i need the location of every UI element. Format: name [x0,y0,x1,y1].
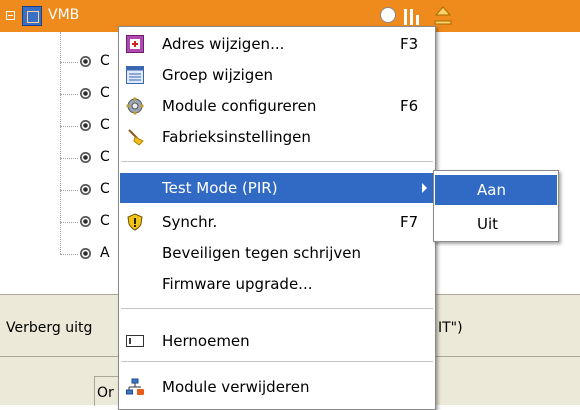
menu-item-groep-wijzigen[interactable]: Groep wijzigen [120,60,434,90]
tree-item[interactable]: C [60,212,110,232]
status-circle-icon [380,7,396,23]
menu-item-adres-wijzigen[interactable]: Adres wijzigen... F3 [120,29,434,59]
menu-item-label: Firmware upgrade... [162,275,313,293]
submenu-item-label: Uit [477,215,499,233]
tree-root-label[interactable]: VMB [48,7,79,23]
menu-separator [121,361,433,362]
tree-item[interactable]: C [60,84,110,104]
gear-config-icon [126,97,144,115]
option-label-tail: IT") [438,320,463,336]
menu-item-label: Beveiligen tegen schrijven [162,244,361,262]
submenu-arrow-icon [422,183,427,193]
menu-separator [121,308,433,309]
channel-dot-icon [80,152,91,163]
test-mode-submenu: Aan Uit [433,170,559,242]
tree-item[interactable]: A [60,244,110,264]
menu-item-label: Groep wijzigen [162,66,274,84]
menu-item-label: Module verwijderen [162,378,310,396]
menu-item-shortcut: F3 [400,35,419,53]
menu-item-fabrieksinstellingen[interactable]: Fabrieksinstellingen [120,122,434,152]
menu-item-shortcut: F6 [400,97,419,115]
submenu-item-aan[interactable]: Aan [435,175,557,205]
group-list-icon [126,66,144,84]
channel-dot-icon [80,184,91,195]
menu-separator [121,161,433,162]
network-remove-icon [126,378,144,395]
channel-dot-icon [80,248,91,259]
broom-icon [128,129,144,146]
channel-dot-icon [80,88,91,99]
menu-item-firmware-upgrade[interactable]: Firmware upgrade... [120,269,434,299]
channel-dot-icon [80,216,91,227]
menu-item-module-configureren[interactable]: Module configureren F6 [120,91,434,121]
address-edit-icon [126,35,144,53]
menu-item-synchr[interactable]: Synchr. F7 [120,207,434,237]
status-text: Or [97,385,114,401]
menu-item-module-verwijderen[interactable]: Module verwijderen [120,372,434,402]
menu-item-test-mode-pir[interactable]: Test Mode (PIR) [120,173,434,203]
module-icon [22,6,42,26]
signal-bars-icon [404,7,419,25]
channel-dot-icon [80,120,91,131]
tree-item[interactable]: C [60,52,110,72]
menu-item-label: Module configureren [162,97,317,115]
menu-item-label: Hernoemen [162,332,250,350]
rename-field-icon [126,335,144,347]
tree-item[interactable]: C [60,116,110,136]
submenu-item-uit[interactable]: Uit [435,209,557,239]
collapse-toggle-icon[interactable] [6,11,15,20]
menu-item-label: Fabrieksinstellingen [162,128,311,146]
submenu-item-label: Aan [477,181,506,199]
hide-option-label[interactable]: Verberg uitg [6,320,92,336]
menu-item-beveiligen[interactable]: Beveiligen tegen schrijven [120,238,434,268]
shield-sync-icon [127,213,143,231]
menu-item-label: Test Mode (PIR) [162,179,278,197]
menu-item-shortcut: F7 [400,213,419,231]
menu-item-hernoemen[interactable]: Hernoemen [120,326,434,356]
tree-item[interactable]: C [60,180,110,200]
tree-item[interactable]: C [60,148,110,168]
menu-item-label: Synchr. [162,213,218,231]
context-menu: Adres wijzigen... F3 Groep wijzigen Modu… [118,26,436,410]
channel-dot-icon [80,56,91,67]
menu-item-label: Adres wijzigen... [162,35,285,53]
sort-arrows-icon [434,6,452,25]
